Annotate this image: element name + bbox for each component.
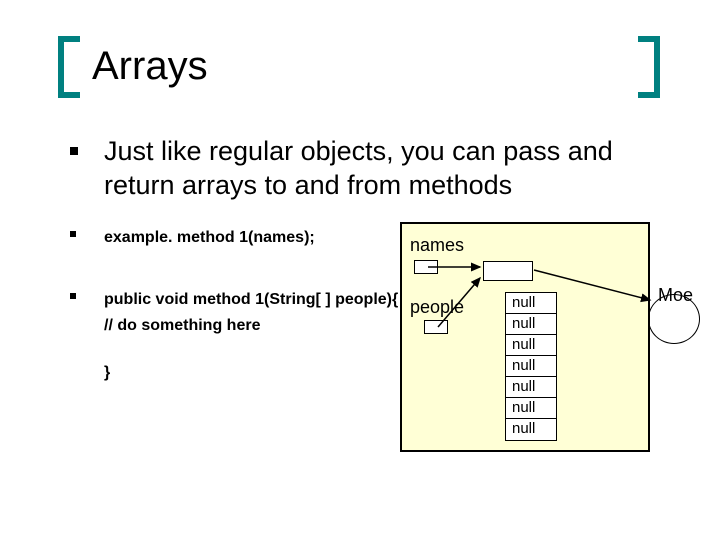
bullet-icon	[70, 147, 78, 155]
content-area: Just like regular objects, you can pass …	[70, 135, 670, 223]
code-line-2a: public void method 1(String[ ] people){	[104, 287, 398, 313]
code-line-1: example. method 1(names);	[104, 225, 315, 251]
bullet-icon	[70, 293, 76, 299]
code-line-2c: }	[104, 360, 398, 386]
title-bracket-left	[58, 36, 80, 98]
people-label: people	[410, 297, 464, 318]
people-ref-box	[424, 320, 448, 334]
code-line-2b: // do something here	[104, 313, 398, 339]
main-bullet-row: Just like regular objects, you can pass …	[70, 135, 670, 203]
null-cell: null	[506, 356, 556, 377]
title-bracket-right	[638, 36, 660, 98]
names-ref-box	[414, 260, 438, 274]
null-cell: null	[506, 377, 556, 398]
array-first-cell	[483, 261, 533, 281]
main-bullet-text: Just like regular objects, you can pass …	[104, 135, 670, 203]
null-cell: null	[506, 314, 556, 335]
code-bullet-1: example. method 1(names);	[70, 225, 315, 271]
bullet-icon	[70, 231, 76, 237]
null-array: null null null null null null null	[505, 292, 557, 441]
code-bullet-2: public void method 1(String[ ] people){ …	[70, 287, 398, 386]
null-cell: null	[506, 419, 556, 440]
names-label: names	[410, 235, 464, 256]
null-cell: null	[506, 335, 556, 356]
moe-label: Moe	[658, 285, 693, 306]
slide-title: Arrays	[92, 44, 208, 89]
null-cell: null	[506, 293, 556, 314]
null-cell: null	[506, 398, 556, 419]
